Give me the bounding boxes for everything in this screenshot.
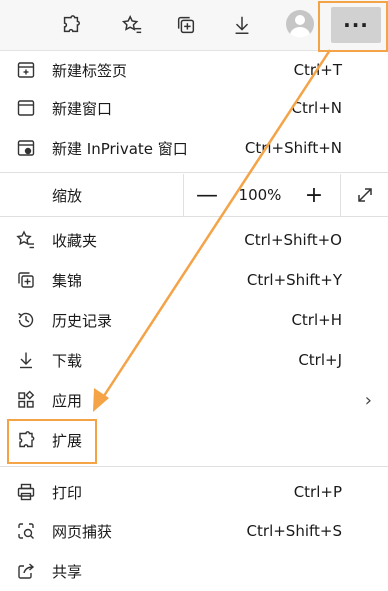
menu-shortcut: Ctrl+Shift+O: [244, 231, 342, 249]
menu-label: 网页捕获: [52, 522, 113, 541]
zoom-level-value: 100%: [229, 174, 291, 216]
collections-icon: [16, 270, 36, 290]
menu-label: 打印: [52, 483, 83, 502]
menu-shortcut: Ctrl+Shift+N: [244, 139, 342, 157]
collections-icon: [177, 16, 195, 34]
new-tab-icon: [16, 60, 36, 80]
inprivate-window-icon: [16, 138, 36, 158]
menu-label: 新建窗口: [52, 99, 113, 118]
collections-toolbar-button[interactable]: [168, 7, 204, 43]
menu-label: 新建 InPrivate 窗口: [52, 139, 188, 158]
zoom-in-button[interactable]: +: [291, 174, 337, 216]
extensions-icon: [63, 15, 80, 33]
extensions-icon: [16, 430, 36, 450]
menu-label: 集锦: [52, 271, 83, 290]
menu-shortcut: Ctrl+Shift+Y: [246, 271, 342, 289]
menu-label: 共享: [52, 562, 83, 581]
menu-item-history[interactable]: 历史记录 Ctrl+H: [0, 300, 388, 340]
menu-divider: [0, 466, 388, 467]
zoom-out-button[interactable]: —: [183, 174, 230, 216]
avatar-body-shape: [290, 27, 310, 38]
fullscreen-button[interactable]: [340, 174, 388, 216]
menu-divider: [0, 216, 388, 217]
fullscreen-expand-icon: [358, 188, 372, 202]
download-icon: [235, 16, 249, 34]
menu-item-favorites[interactable]: 收藏夹 Ctrl+Shift+O: [0, 220, 388, 260]
share-icon: [16, 561, 36, 581]
downloads-toolbar-button[interactable]: [224, 7, 260, 43]
menu-shortcut: Ctrl+Shift+S: [246, 522, 342, 540]
settings-and-more-button[interactable]: ···: [331, 7, 381, 43]
new-window-icon: [16, 98, 36, 118]
menu-shortcut: Ctrl+T: [293, 61, 342, 79]
web-capture-icon: [16, 521, 36, 541]
menu-item-web-capture[interactable]: 网页捕获 Ctrl+Shift+S: [0, 511, 388, 551]
printer-icon: [16, 482, 36, 502]
apps-grid-icon: [16, 390, 36, 410]
favorites-star-icon: [121, 15, 142, 34]
extensions-toolbar-button[interactable]: [53, 7, 89, 43]
plus-icon: +: [304, 182, 324, 208]
menu-label: 下载: [52, 351, 83, 370]
chevron-right-icon: ›: [364, 389, 372, 411]
menu-label: 应用: [52, 391, 83, 410]
zoom-value-text: 100%: [238, 186, 282, 204]
menu-label: 历史记录: [52, 311, 113, 330]
menu-label: 扩展: [52, 431, 83, 450]
menu-item-new-inprivate-window[interactable]: 新建 InPrivate 窗口 Ctrl+Shift+N: [0, 128, 388, 168]
menu-label: 收藏夹: [52, 231, 98, 250]
menu-item-new-window[interactable]: 新建窗口 Ctrl+N: [0, 88, 388, 128]
download-icon: [16, 350, 36, 370]
menu-item-zoom: 缩放 — 100% +: [0, 174, 388, 216]
menu-item-new-tab[interactable]: 新建标签页 Ctrl+T: [0, 50, 388, 90]
more-dots-icon: ···: [343, 13, 369, 37]
menu-item-downloads[interactable]: 下载 Ctrl+J: [0, 340, 388, 380]
menu-item-print[interactable]: 打印 Ctrl+P: [0, 472, 388, 512]
favorites-icon: [16, 230, 36, 250]
menu-shortcut: Ctrl+H: [291, 311, 342, 329]
zoom-label: 缩放: [52, 187, 83, 205]
profile-avatar[interactable]: [286, 10, 314, 38]
avatar-head-shape: [295, 15, 305, 25]
menu-item-apps[interactable]: 应用 ›: [0, 380, 388, 420]
menu-item-share[interactable]: 共享: [0, 551, 388, 591]
menu-divider: [0, 172, 388, 173]
menu-shortcut: Ctrl+P: [293, 483, 342, 501]
menu-label: 新建标签页: [52, 61, 128, 80]
menu-item-extensions[interactable]: 扩展: [0, 420, 388, 460]
browser-toolbar: ···: [0, 0, 388, 51]
menu-shortcut: Ctrl+J: [298, 351, 342, 369]
menu-item-collections[interactable]: 集锦 Ctrl+Shift+Y: [0, 260, 388, 300]
minus-icon: —: [196, 182, 218, 208]
menu-shortcut: Ctrl+N: [291, 99, 342, 117]
history-clock-icon: [16, 310, 36, 330]
favorites-toolbar-button[interactable]: [114, 7, 150, 43]
